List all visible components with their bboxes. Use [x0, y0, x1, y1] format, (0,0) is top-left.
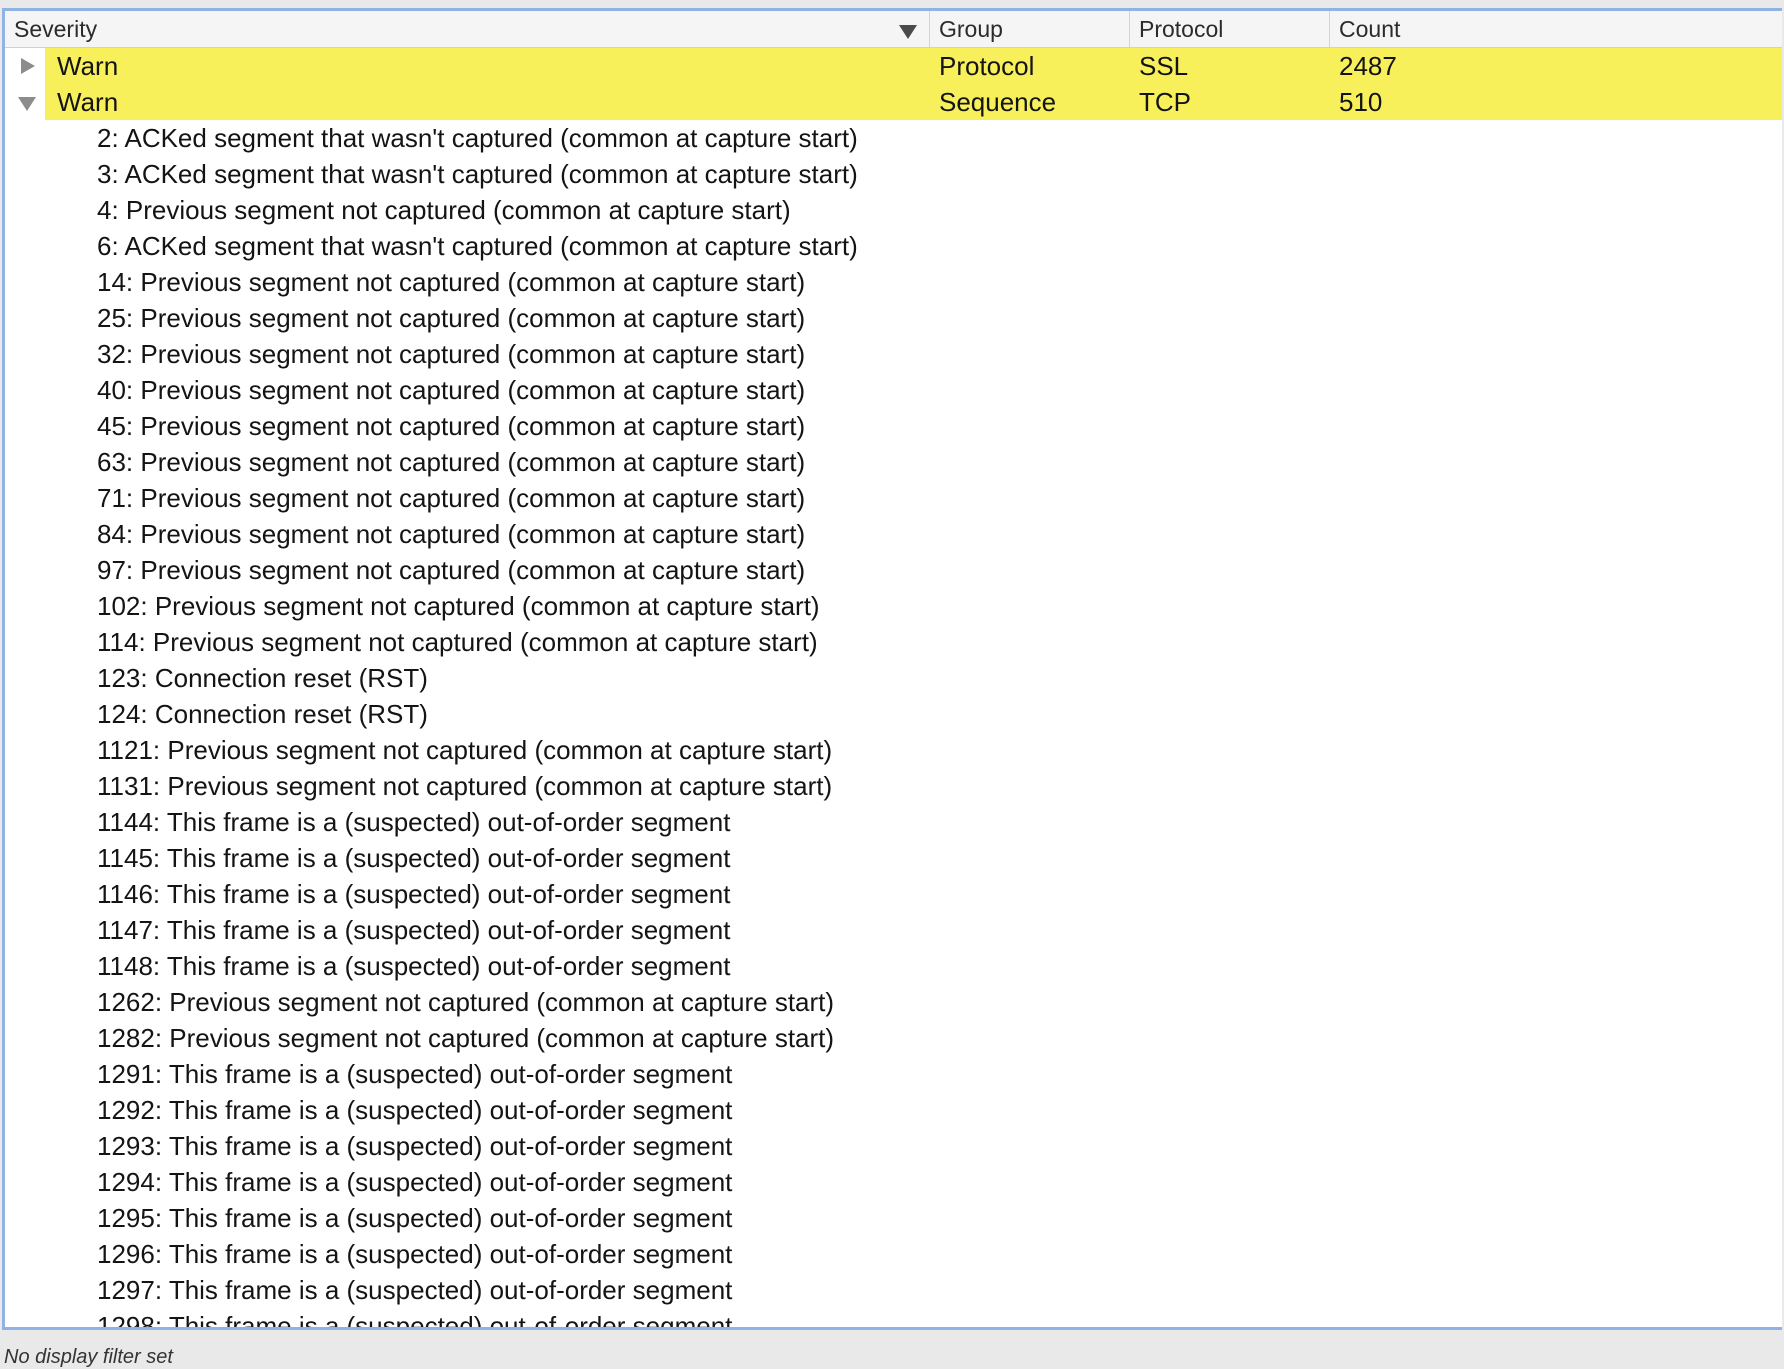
packet-item-row[interactable]: 3: ACKed segment that wasn't captured (c…: [5, 156, 1782, 192]
packet-item-label: 1144: This frame is a (suspected) out-of…: [97, 807, 731, 837]
packet-item-label: 1145: This frame is a (suspected) out-of…: [97, 843, 731, 873]
packet-item-label: 1282: Previous segment not captured (com…: [97, 1023, 835, 1053]
packet-item-label: 71: Previous segment not captured (commo…: [97, 483, 806, 513]
packet-item-label: 6: ACKed segment that wasn't captured (c…: [97, 231, 858, 261]
column-count-label: Count: [1339, 16, 1401, 42]
packet-item-row[interactable]: 1148: This frame is a (suspected) out-of…: [5, 948, 1782, 984]
group-row[interactable]: Warn Protocol SSL 2487: [5, 48, 1782, 84]
packet-item-row[interactable]: 1282: Previous segment not captured (com…: [5, 1020, 1782, 1056]
packet-item-label: 1292: This frame is a (suspected) out-of…: [97, 1095, 733, 1125]
column-header: Severity Group Protocol Count: [5, 11, 1782, 48]
packet-item-label: 1291: This frame is a (suspected) out-of…: [97, 1059, 733, 1089]
packet-item-label: 1297: This frame is a (suspected) out-of…: [97, 1275, 733, 1305]
column-protocol-label: Protocol: [1139, 16, 1224, 42]
packet-item-row[interactable]: 2: ACKed segment that wasn't captured (c…: [5, 120, 1782, 156]
packet-item-row[interactable]: 123: Connection reset (RST): [5, 660, 1782, 696]
disclosure-collapsed-icon[interactable]: [21, 58, 35, 74]
packet-item-label: 25: Previous segment not captured (commo…: [97, 303, 806, 333]
packet-item-row[interactable]: 1262: Previous segment not captured (com…: [5, 984, 1782, 1020]
column-severity[interactable]: Severity: [5, 11, 930, 47]
packet-item-label: 1294: This frame is a (suspected) out-of…: [97, 1167, 733, 1197]
packet-item-label: 14: Previous segment not captured (commo…: [97, 267, 806, 297]
packet-item-row[interactable]: 84: Previous segment not captured (commo…: [5, 516, 1782, 552]
packet-item-row[interactable]: 1146: This frame is a (suspected) out-of…: [5, 876, 1782, 912]
packet-item-label: 1148: This frame is a (suspected) out-of…: [97, 951, 731, 981]
group-cell: Protocol: [939, 51, 1035, 81]
packet-item-label: 123: Connection reset (RST): [97, 663, 428, 693]
protocol-cell: SSL: [1139, 51, 1189, 81]
packet-item-row[interactable]: 45: Previous segment not captured (commo…: [5, 408, 1782, 444]
packet-item-row[interactable]: 97: Previous segment not captured (commo…: [5, 552, 1782, 588]
column-count[interactable]: Count: [1330, 11, 1782, 47]
packet-item-label: 1131: Previous segment not captured (com…: [97, 771, 833, 801]
packet-item-label: 45: Previous segment not captured (commo…: [97, 411, 806, 441]
packet-item-label: 1147: This frame is a (suspected) out-of…: [97, 915, 731, 945]
group-cell: Sequence: [939, 87, 1057, 117]
packet-item-row[interactable]: 1291: This frame is a (suspected) out-of…: [5, 1056, 1782, 1092]
packet-item-row[interactable]: 1121: Previous segment not captured (com…: [5, 732, 1782, 768]
packet-item-row[interactable]: 40: Previous segment not captured (commo…: [5, 372, 1782, 408]
packet-item-row[interactable]: 1131: Previous segment not captured (com…: [5, 768, 1782, 804]
count-cell: 2487: [1339, 51, 1397, 81]
packet-item-label: 1295: This frame is a (suspected) out-of…: [97, 1203, 733, 1233]
packet-item-label: 1298: This frame is a (suspected) out-of…: [97, 1311, 733, 1330]
packet-item-label: 2: ACKed segment that wasn't captured (c…: [97, 123, 858, 153]
packet-item-label: 84: Previous segment not captured (commo…: [97, 519, 806, 549]
packet-item-label: 1121: Previous segment not captured (com…: [97, 735, 833, 765]
sort-descending-icon[interactable]: [899, 25, 917, 39]
column-protocol[interactable]: Protocol: [1130, 11, 1330, 47]
packet-item-label: 1262: Previous segment not captured (com…: [97, 987, 835, 1017]
packet-item-row[interactable]: 1296: This frame is a (suspected) out-of…: [5, 1236, 1782, 1272]
packet-item-label: 4: Previous segment not captured (common…: [97, 195, 791, 225]
row-highlight: [45, 48, 1782, 84]
packet-item-row[interactable]: 1294: This frame is a (suspected) out-of…: [5, 1164, 1782, 1200]
packet-item-label: 3: ACKed segment that wasn't captured (c…: [97, 159, 858, 189]
packet-item-row[interactable]: 71: Previous segment not captured (commo…: [5, 480, 1782, 516]
packet-item-row[interactable]: 25: Previous segment not captured (commo…: [5, 300, 1782, 336]
column-group-label: Group: [939, 16, 1003, 42]
column-group[interactable]: Group: [930, 11, 1130, 47]
packet-item-label: 63: Previous segment not captured (commo…: [97, 447, 806, 477]
packet-item-row[interactable]: 6: ACKed segment that wasn't captured (c…: [5, 228, 1782, 264]
packet-item-row[interactable]: 1144: This frame is a (suspected) out-of…: [5, 804, 1782, 840]
packet-item-row[interactable]: 114: Previous segment not captured (comm…: [5, 624, 1782, 660]
packet-item-row[interactable]: 1292: This frame is a (suspected) out-of…: [5, 1092, 1782, 1128]
packet-item-row[interactable]: 4: Previous segment not captured (common…: [5, 192, 1782, 228]
packet-item-label: 97: Previous segment not captured (commo…: [97, 555, 806, 585]
packet-item-row[interactable]: 1295: This frame is a (suspected) out-of…: [5, 1200, 1782, 1236]
packet-item-row[interactable]: 1298: This frame is a (suspected) out-of…: [5, 1308, 1782, 1330]
severity-cell: Warn: [57, 51, 119, 81]
packet-item-label: 1293: This frame is a (suspected) out-of…: [97, 1131, 733, 1161]
packet-item-row[interactable]: 14: Previous segment not captured (commo…: [5, 264, 1782, 300]
count-cell: 510: [1339, 87, 1383, 117]
column-severity-label: Severity: [14, 16, 98, 42]
tree-rows: Warn Protocol SSL 2487 Warn Sequence TCP 510 2: …: [5, 48, 1782, 1330]
packet-item-label: 1146: This frame is a (suspected) out-of…: [97, 879, 731, 909]
group-row[interactable]: Warn Sequence TCP 510: [5, 84, 1782, 120]
packet-item-row[interactable]: 124: Connection reset (RST): [5, 696, 1782, 732]
packet-item-row[interactable]: 1147: This frame is a (suspected) out-of…: [5, 912, 1782, 948]
packet-item-label: 32: Previous segment not captured (commo…: [97, 339, 806, 369]
packet-item-row[interactable]: 102: Previous segment not captured (comm…: [5, 588, 1782, 624]
packet-item-label: 1296: This frame is a (suspected) out-of…: [97, 1239, 733, 1269]
packet-item-label: 124: Connection reset (RST): [97, 699, 428, 729]
protocol-cell: TCP: [1139, 87, 1191, 117]
severity-cell: Warn: [57, 87, 119, 117]
packet-item-label: 114: Previous segment not captured (comm…: [97, 627, 818, 657]
packet-item-row[interactable]: 1293: This frame is a (suspected) out-of…: [5, 1128, 1782, 1164]
packet-item-row[interactable]: 1297: This frame is a (suspected) out-of…: [5, 1272, 1782, 1308]
status-bar-text: No display filter set: [4, 1346, 173, 1368]
packet-item-label: 102: Previous segment not captured (comm…: [97, 591, 820, 621]
packet-item-row[interactable]: 32: Previous segment not captured (commo…: [5, 336, 1782, 372]
disclosure-expanded-icon[interactable]: [18, 97, 36, 111]
row-highlight: [45, 84, 1782, 120]
packet-item-row[interactable]: 1145: This frame is a (suspected) out-of…: [5, 840, 1782, 876]
packet-item-row[interactable]: 63: Previous segment not captured (commo…: [5, 444, 1782, 480]
expert-info-tree[interactable]: Severity Group Protocol Count Warn Protoc…: [2, 8, 1782, 1330]
packet-item-label: 40: Previous segment not captured (commo…: [97, 375, 806, 405]
